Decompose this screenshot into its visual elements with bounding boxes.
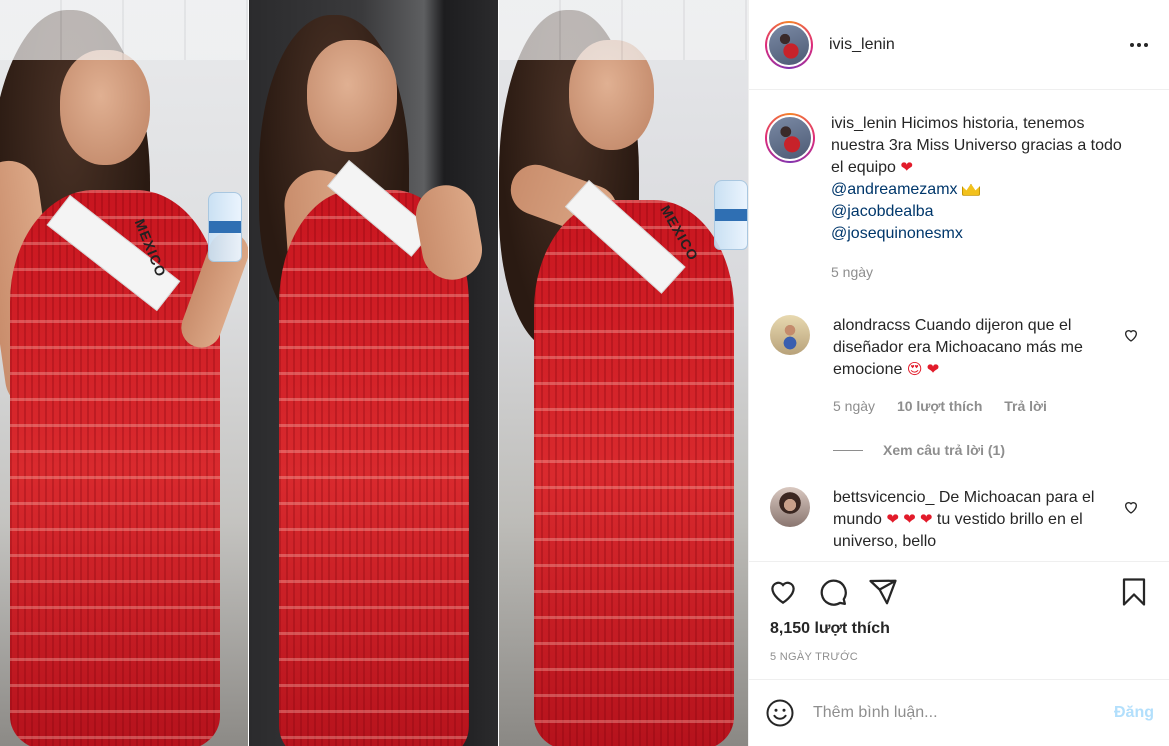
comment-time[interactable]: 5 ngày <box>833 398 875 414</box>
face <box>569 40 654 150</box>
post-sidebar: ivis_lenin ivis_lenin Hicimos historia, … <box>748 0 1169 746</box>
like-button[interactable] <box>767 576 799 608</box>
heart-emoji: ❤ <box>900 159 913 176</box>
comment-username[interactable]: bettsvicencio_ <box>833 489 934 506</box>
caption: ivis_lenin Hicimos historia, tenemos nue… <box>765 113 1155 283</box>
reply-button[interactable]: Trả lời <box>1004 398 1047 414</box>
heart-icon[interactable] <box>1123 499 1139 515</box>
share-icon <box>869 579 897 605</box>
divider-line <box>833 449 863 451</box>
heart-icon[interactable] <box>1123 327 1139 343</box>
comment-icon <box>820 579 847 606</box>
post-media[interactable]: MEXICO MEXICO <box>0 0 748 746</box>
share-button[interactable] <box>867 576 899 608</box>
caption-body: ivis_lenin Hicimos historia, tenemos nue… <box>831 113 1131 283</box>
comment-item: alondracss Cuando dijeron que el diseñad… <box>765 315 1155 417</box>
comment-avatar[interactable] <box>770 487 810 527</box>
view-replies-button[interactable]: Xem câu trả lời (1) <box>833 442 1005 458</box>
caption-username[interactable]: ivis_lenin <box>831 115 897 132</box>
post-actions: 8,150 lượt thích 5 NGÀY TRƯỚC <box>749 561 1169 679</box>
more-options-button[interactable] <box>1124 37 1154 53</box>
comment-likes[interactable]: 10 lượt thích <box>897 398 982 414</box>
media-panel-2 <box>249 0 499 746</box>
media-panel-3: MEXICO <box>499 0 748 746</box>
crown-emoji <box>961 183 980 196</box>
emoji-group: 😍 ❤ <box>906 361 940 378</box>
save-button[interactable] <box>1118 576 1150 608</box>
mention-link[interactable]: @andreamezamx <box>831 181 958 198</box>
post-comment-button[interactable]: Đăng <box>1114 704 1154 722</box>
emoji-icon[interactable] <box>765 698 795 728</box>
media-panel-1: MEXICO <box>0 0 249 746</box>
caption-time[interactable]: 5 ngày <box>831 261 1131 283</box>
comments-list[interactable]: ivis_lenin Hicimos historia, tenemos nue… <box>749 91 1169 561</box>
comment-item: bettsvicencio_ De Michoacan para el mund… <box>765 487 1155 553</box>
avatar[interactable] <box>765 20 813 69</box>
face <box>307 40 397 152</box>
action-icons <box>767 576 899 608</box>
post-header: ivis_lenin <box>749 0 1169 90</box>
comment-input[interactable] <box>813 704 1114 722</box>
post-date[interactable]: 5 NGÀY TRƯỚC <box>770 651 858 663</box>
more-icon <box>1130 42 1134 47</box>
comment-body: bettsvicencio_ De Michoacan para el mund… <box>833 487 1118 553</box>
red-dress <box>534 200 734 746</box>
water-bottle <box>208 192 242 262</box>
view-replies-label: Xem câu trả lời (1) <box>883 442 1005 458</box>
comment-username[interactable]: alondracss <box>833 317 910 334</box>
add-comment-bar: Đăng <box>749 679 1169 746</box>
comment-body: alondracss Cuando dijeron que el diseñad… <box>833 315 1118 417</box>
face <box>60 50 150 165</box>
comment-button[interactable] <box>817 576 849 608</box>
bookmark-icon <box>1122 578 1146 606</box>
mention-link[interactable]: @jacobdealba <box>831 201 1131 223</box>
water-bottle <box>714 180 748 250</box>
comment-avatar[interactable] <box>770 315 810 355</box>
heart-icon <box>771 581 795 604</box>
likes-count[interactable]: 8,150 lượt thích <box>770 620 890 638</box>
caption-avatar[interactable] <box>765 113 815 163</box>
mention-link[interactable]: @josequinonesmx <box>831 223 1131 245</box>
emoji-group: ❤ ❤ ❤ <box>886 511 933 528</box>
author-username[interactable]: ivis_lenin <box>829 36 895 54</box>
